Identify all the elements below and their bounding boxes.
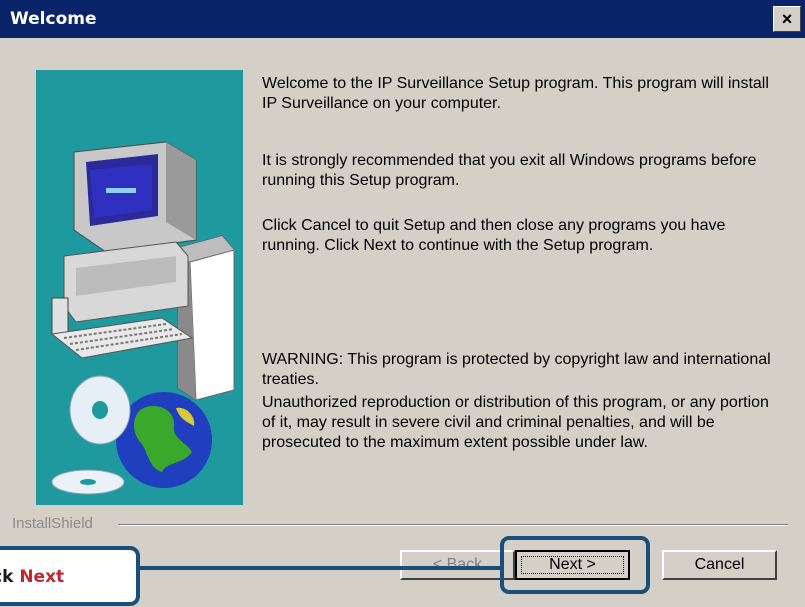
dialog-content: Welcome to the IP Surveillance Setup pro… <box>0 38 805 607</box>
title-bar[interactable]: Welcome × <box>0 0 805 38</box>
setup-dialog: Welcome × Welcome to the IP Surveillance… <box>0 0 805 607</box>
instruction-callout: ck Next <box>0 546 140 606</box>
back-button[interactable]: < Back <box>400 550 515 580</box>
callout-prefix: ck <box>0 567 14 587</box>
cancel-button[interactable]: Cancel <box>662 550 777 580</box>
callout-text: ck Next <box>0 567 64 587</box>
recommendation-paragraph: It is strongly recommended that you exit… <box>262 152 757 189</box>
warning-paragraph: WARNING: This program is protected by co… <box>262 351 771 388</box>
instructions-paragraph: Click Cancel to quit Setup and then clos… <box>262 217 726 254</box>
installshield-brand: InstallShield <box>12 515 97 532</box>
footer-divider-highlight <box>118 525 788 526</box>
window-title: Welcome <box>10 9 97 29</box>
callout-emphasis: Next <box>19 567 65 587</box>
legal-paragraph: Unauthorized reproduction or distributio… <box>262 394 769 451</box>
setup-illustration <box>36 70 243 505</box>
welcome-paragraph: Welcome to the IP Surveillance Setup pro… <box>262 75 769 112</box>
next-button-highlight <box>500 536 650 594</box>
computer-and-globe-icon <box>50 141 235 495</box>
close-button[interactable]: × <box>773 6 801 32</box>
close-icon: × <box>781 8 793 29</box>
callout-connector <box>136 566 500 570</box>
